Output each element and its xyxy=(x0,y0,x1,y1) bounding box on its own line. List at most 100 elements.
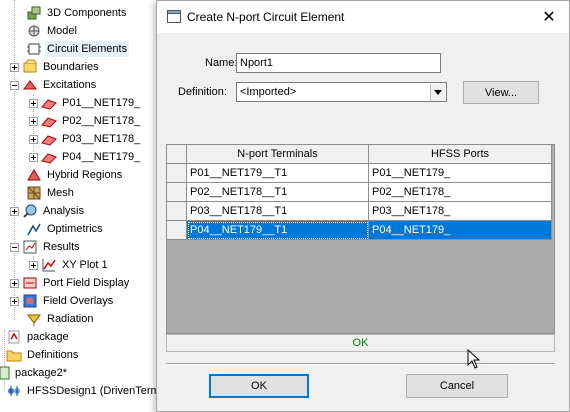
tree-item-label: Field Overlays xyxy=(43,295,114,307)
cancel-button[interactable]: Cancel xyxy=(406,374,508,398)
terminal-cell[interactable]: P03__NET178__T1 xyxy=(187,202,369,221)
port-icon xyxy=(41,99,57,110)
row-header[interactable] xyxy=(167,202,187,221)
tree-item-excitations[interactable]: Excitations xyxy=(10,76,98,94)
tree-item-radiation[interactable]: Radiation xyxy=(14,310,95,328)
tree-item-label: P03__NET178_ xyxy=(62,133,141,145)
expand-icon[interactable] xyxy=(10,296,19,306)
tree-item-port-p02[interactable]: P02__NET178_ xyxy=(29,112,142,130)
package-icon xyxy=(0,366,10,380)
tree-item-port-p03[interactable]: P03__NET178_ xyxy=(29,130,142,148)
port-field-icon xyxy=(23,277,37,289)
port-cell[interactable]: P02__NET178_ xyxy=(369,183,552,202)
dialog-titlebar[interactable]: Create N-port Circuit Element ✕ xyxy=(157,1,569,33)
expand-icon[interactable] xyxy=(29,260,38,270)
expand-icon[interactable] xyxy=(10,206,19,216)
tree-item-label: P02__NET178_ xyxy=(62,115,141,127)
dialog-title: Create N-port Circuit Element xyxy=(187,10,345,24)
tree-item-label: Definitions xyxy=(27,349,79,361)
port-cell[interactable]: P04__NET179_ xyxy=(369,221,552,240)
tree-item-label: XY Plot 1 xyxy=(62,259,108,271)
column-header-terminals[interactable]: N-port Terminals xyxy=(187,145,369,164)
tree-item-label: package2* xyxy=(15,367,67,379)
grid-corner[interactable] xyxy=(167,145,187,164)
tree-item-label: Circuit Elements xyxy=(45,41,130,57)
name-input[interactable]: Nport1 xyxy=(236,53,441,73)
ok-button[interactable]: OK xyxy=(209,374,309,398)
tree-item-circuit-elements[interactable]: Circuit Elements xyxy=(14,40,130,58)
chevron-down-icon[interactable] xyxy=(430,84,445,101)
collapse-icon[interactable] xyxy=(10,80,19,90)
tree-item-results[interactable]: Results xyxy=(10,238,82,256)
tree-item-definitions[interactable]: Definitions xyxy=(2,346,80,364)
mouse-cursor-icon xyxy=(467,349,481,369)
circuit-element-icon xyxy=(27,43,41,55)
separator xyxy=(166,363,555,365)
tree-item-package[interactable]: package xyxy=(2,328,71,346)
tree-item-label: Boundaries xyxy=(43,61,99,73)
expand-icon[interactable] xyxy=(10,62,19,72)
tree-item-label: Hybrid Regions xyxy=(47,169,123,181)
tree-item-label: Excitations xyxy=(43,79,97,91)
tree-item-label: HFSSDesign1 (DrivenTermi xyxy=(27,385,163,397)
expand-icon[interactable] xyxy=(29,152,38,162)
boundary-icon xyxy=(23,59,37,73)
tree-item-port-p01[interactable]: P01__NET179_ xyxy=(29,94,142,112)
row-header[interactable] xyxy=(167,183,187,202)
table-row-selected[interactable]: P04__NET179__T1 P04__NET179_ xyxy=(167,221,552,240)
folder-icon xyxy=(6,350,22,362)
terminal-cell[interactable]: P01__NET179__T1 xyxy=(187,164,369,183)
model-icon xyxy=(28,25,40,37)
close-button[interactable]: ✕ xyxy=(529,1,569,33)
port-icon xyxy=(41,153,57,164)
tree-item-hfss-design[interactable]: HFSSDesign1 (DrivenTermi xyxy=(2,382,164,400)
excitation-icon xyxy=(23,80,37,90)
view-button[interactable]: View... xyxy=(463,81,539,104)
radiation-icon xyxy=(27,314,41,326)
project-tree: 3D Components Model Circuit Elements Bou… xyxy=(0,0,162,412)
tree-item-label: P01__NET179_ xyxy=(62,97,141,109)
tree-item-hybrid-regions[interactable]: Hybrid Regions xyxy=(14,166,124,184)
table-row[interactable]: P02__NET178__T1 P02__NET178_ xyxy=(167,183,552,202)
window-icon xyxy=(167,10,181,23)
create-nport-dialog: Create N-port Circuit Element ✕ Name: Np… xyxy=(156,0,570,412)
terminal-cell[interactable]: P04__NET179__T1 xyxy=(187,221,369,240)
tree-item-label: Mesh xyxy=(47,187,74,199)
tree-item-port-field-display[interactable]: Port Field Display xyxy=(10,274,131,292)
definition-label: Definition: xyxy=(178,86,227,98)
expand-icon[interactable] xyxy=(29,98,38,108)
tree-item-label: 3D Components xyxy=(47,7,127,19)
definition-select[interactable]: <Imported> xyxy=(236,82,447,102)
expand-icon[interactable] xyxy=(29,116,38,126)
tree-item-xy-plot-1[interactable]: XY Plot 1 xyxy=(29,256,110,274)
tree-item-port-p04[interactable]: P04__NET179_ xyxy=(29,148,142,166)
table-row[interactable]: P01__NET179__T1 P01__NET179_ xyxy=(167,164,552,183)
package-icon xyxy=(8,330,20,344)
grid-header-row: N-port Terminals HFSS Ports xyxy=(167,145,552,164)
tree-item-optimetrics[interactable]: Optimetrics xyxy=(14,220,105,238)
tree-item-model[interactable]: Model xyxy=(14,22,79,40)
tree-item-package2[interactable]: package2* xyxy=(0,364,69,382)
port-cell[interactable]: P03__NET178_ xyxy=(369,202,552,221)
tree-item-mesh[interactable]: Mesh xyxy=(14,184,76,202)
terminal-port-grid: N-port Terminals HFSS Ports P01__NET179_… xyxy=(166,144,555,334)
tree-item-3d-components[interactable]: 3D Components xyxy=(14,4,129,22)
row-header[interactable] xyxy=(167,221,187,240)
tree-item-label: Optimetrics xyxy=(47,223,103,235)
mesh-icon xyxy=(27,186,41,200)
tree-item-label: Results xyxy=(43,241,80,253)
tree-item-analysis[interactable]: Analysis xyxy=(10,202,86,220)
row-header[interactable] xyxy=(167,164,187,183)
tree-item-boundaries[interactable]: Boundaries xyxy=(10,58,101,76)
port-cell[interactable]: P01__NET179_ xyxy=(369,164,552,183)
expand-icon[interactable] xyxy=(10,278,19,288)
column-header-ports[interactable]: HFSS Ports xyxy=(369,145,552,164)
analysis-icon xyxy=(23,204,37,218)
tree-item-field-overlays[interactable]: Field Overlays xyxy=(10,292,115,310)
definition-value: <Imported> xyxy=(240,86,297,98)
name-label: Name: xyxy=(205,57,238,69)
table-row[interactable]: P03__NET178__T1 P03__NET178_ xyxy=(167,202,552,221)
collapse-icon[interactable] xyxy=(10,242,19,252)
expand-icon[interactable] xyxy=(29,134,38,144)
terminal-cell[interactable]: P02__NET178__T1 xyxy=(187,183,369,202)
